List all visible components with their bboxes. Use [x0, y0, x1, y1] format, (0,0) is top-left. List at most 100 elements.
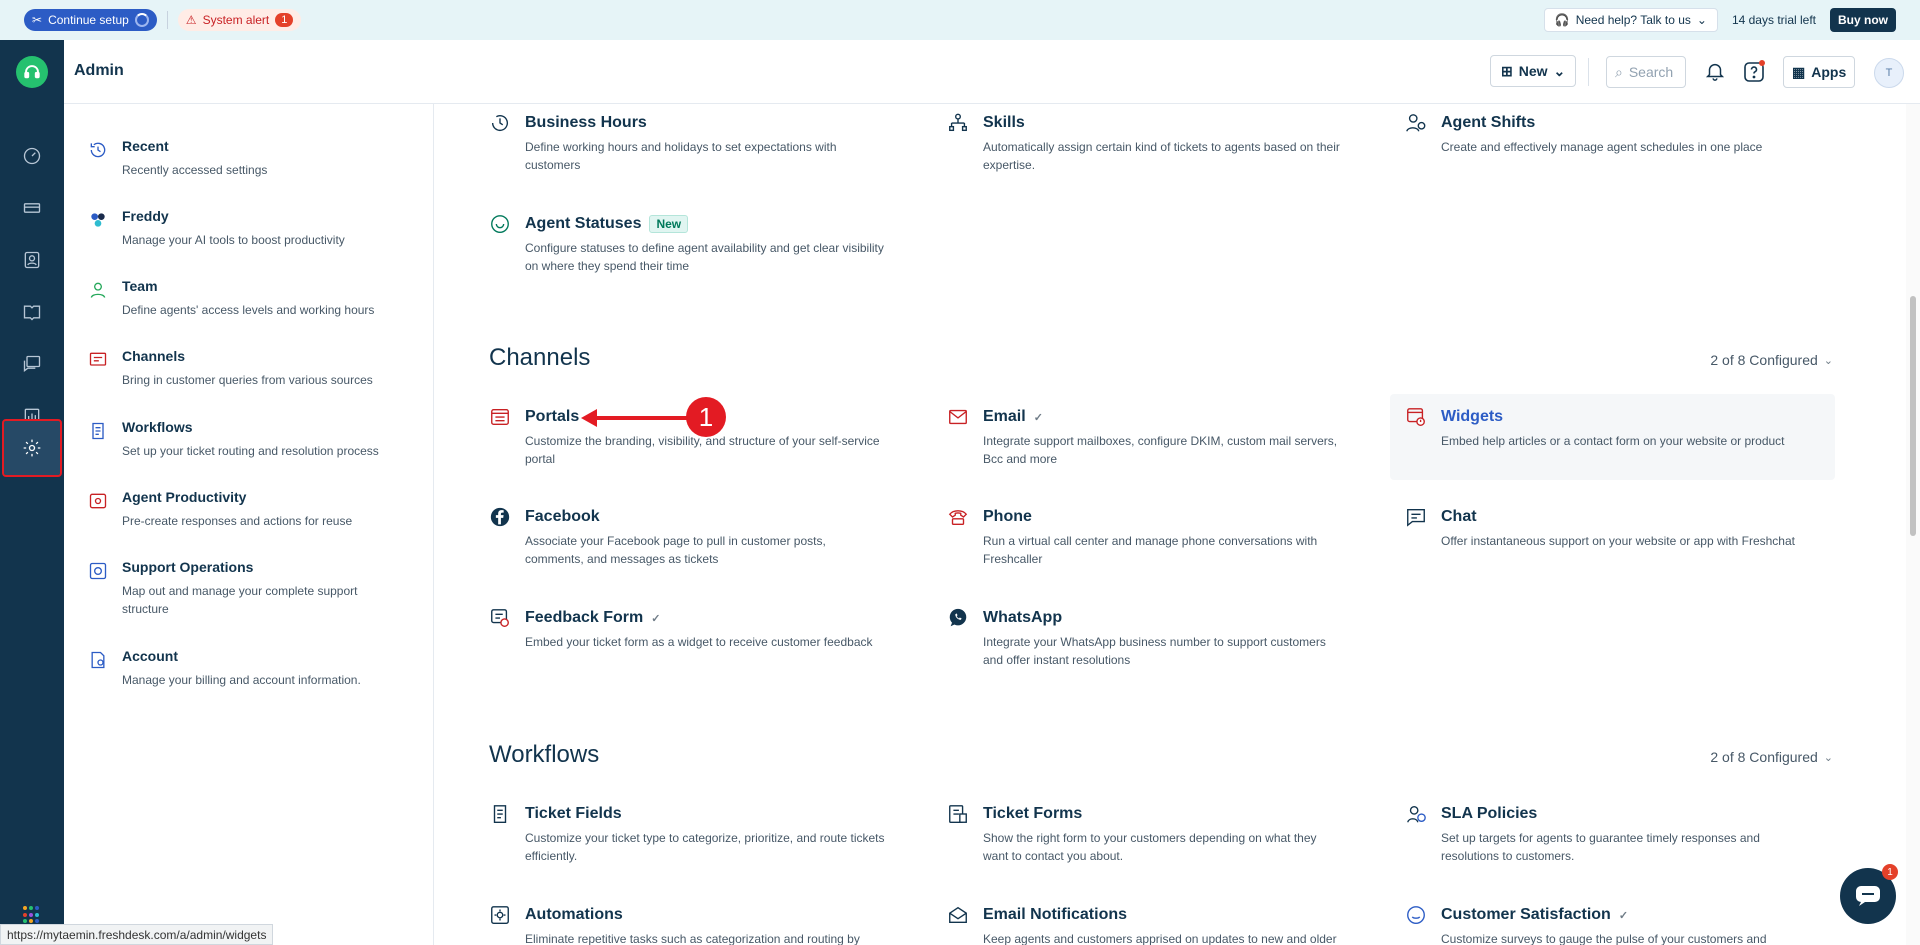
- left-nav-rail: [0, 40, 64, 945]
- card-label: Business Hours: [525, 114, 647, 131]
- card-desc: Show the right form to your customers de…: [983, 831, 1317, 863]
- card-label: Chat: [1441, 508, 1477, 525]
- card-label: Portals: [525, 408, 580, 425]
- chat-widget-button[interactable]: 1: [1840, 864, 1898, 924]
- scrollbar-thumb[interactable]: [1910, 296, 1916, 536]
- continue-setup-button[interactable]: ✂ Continue setup: [24, 9, 157, 31]
- page-title: Admin: [74, 62, 124, 79]
- agent-shift-icon: [1405, 112, 1429, 136]
- sidebar-item-label: Team: [122, 278, 158, 294]
- card-desc: Create and effectively manage agent sche…: [1441, 140, 1763, 154]
- card-label: Email ✓: [983, 408, 1043, 425]
- chevron-down-icon: ⌄: [1553, 62, 1566, 79]
- user-avatar[interactable]: T: [1874, 58, 1904, 88]
- sidebar-item-label: Freddy: [122, 208, 169, 224]
- app-switcher-icon[interactable]: [23, 906, 41, 924]
- card-label: Automations: [525, 906, 623, 923]
- ticket-fields-icon: [489, 803, 513, 827]
- main-scrollbar[interactable]: [1906, 104, 1920, 945]
- card-label: Email Notifications: [983, 906, 1128, 923]
- wrench-icon: ✂: [32, 13, 43, 27]
- skills-hierarchy-icon: [947, 112, 971, 136]
- help-icon[interactable]: [1742, 60, 1766, 84]
- card-desc: Offer instantaneous support on your webs…: [1441, 534, 1795, 548]
- card-label: Facebook: [525, 508, 600, 525]
- sidebar-item-label: Support Operations: [122, 559, 254, 575]
- freshdesk-logo-icon[interactable]: [16, 56, 48, 88]
- apps-button[interactable]: ▦ Apps: [1783, 56, 1856, 88]
- portal-icon: [489, 406, 513, 430]
- channels-configured-status[interactable]: 2 of 8 Configured ⌄: [1710, 352, 1833, 368]
- card-label: Ticket Fields: [525, 805, 622, 822]
- headset-icon: 🎧: [1554, 13, 1570, 27]
- card-label: Agent Statuses New: [525, 215, 689, 233]
- new-label: New: [1518, 63, 1548, 79]
- envelope-icon: [947, 406, 971, 430]
- chat-notification-badge: 1: [1882, 864, 1898, 880]
- card-label: Skills: [983, 114, 1025, 131]
- new-button[interactable]: ⊞ New ⌄: [1490, 55, 1577, 87]
- new-badge: New: [649, 215, 689, 233]
- notifications-bell-icon[interactable]: [1704, 60, 1728, 84]
- sidebar-item-desc: Map out and manage your complete support…: [122, 584, 358, 616]
- sidebar-item-desc: Bring in customer queries from various s…: [122, 373, 373, 387]
- channels-icon: [88, 350, 110, 372]
- progress-spinner-icon: [134, 13, 149, 27]
- forums-nav-icon[interactable]: [10, 344, 54, 384]
- card-label: Widgets: [1441, 408, 1504, 425]
- contacts-nav-icon[interactable]: [10, 240, 54, 280]
- card-desc: Eliminate repetitive tasks such as categ…: [525, 932, 860, 945]
- search-placeholder: Search: [1628, 64, 1674, 80]
- sidebar-item-label: Channels: [122, 348, 186, 364]
- tickets-nav-icon[interactable]: [10, 188, 54, 228]
- need-help-label: Need help? Talk to us: [1575, 13, 1691, 27]
- sidebar-item-desc: Recently accessed settings: [122, 163, 268, 177]
- dashboard-nav-icon[interactable]: [10, 136, 54, 176]
- sidebar-item-label: Account: [122, 648, 178, 664]
- automation-gear-icon: [489, 904, 513, 928]
- card-desc: Customize surveys to gauge the pulse of …: [1441, 932, 1767, 945]
- card-label: Feedback Form ✓: [525, 609, 661, 626]
- search-icon: ⌕: [1615, 63, 1623, 80]
- annotation-arrow: 1: [581, 397, 726, 437]
- configured-text: 2 of 8 Configured: [1710, 749, 1818, 765]
- sidebar-item-label: Workflows: [122, 419, 193, 435]
- section-title-workflows: Workflows: [489, 741, 600, 768]
- card-desc: Associate your Facebook page to pull in …: [525, 534, 826, 566]
- configured-text: 2 of 8 Configured: [1710, 352, 1818, 368]
- sidebar-item-desc: Pre-create responses and actions for reu…: [122, 514, 353, 528]
- card-desc: Automatically assign certain kind of tic…: [983, 140, 1340, 172]
- card-label: SLA Policies: [1441, 805, 1538, 822]
- search-button[interactable]: ⌕ Search: [1606, 56, 1686, 88]
- card-desc: Configure statuses to define agent avail…: [525, 241, 884, 273]
- card-label: WhatsApp: [983, 609, 1063, 626]
- configured-check-icon: ✓: [1618, 909, 1629, 922]
- feedback-form-icon: [489, 607, 513, 631]
- annotation-arrow-head: [581, 409, 597, 427]
- knowledge-base-nav-icon[interactable]: [10, 292, 54, 332]
- apps-grid-icon: ▦: [1792, 63, 1806, 80]
- clock-icon: [489, 112, 513, 136]
- apps-label: Apps: [1811, 64, 1847, 80]
- alert-count-badge: 1: [275, 13, 294, 27]
- trial-text: 14 days trial left: [1731, 13, 1816, 27]
- support-ops-icon: [88, 561, 110, 583]
- system-alert-button[interactable]: ⚠ System alert 1: [177, 9, 302, 31]
- card-desc: Integrate your WhatsApp business number …: [983, 635, 1326, 667]
- section-title-channels: Channels: [489, 344, 591, 371]
- card-desc: Set up targets for agents to guarantee t…: [1441, 831, 1760, 863]
- card-label: Phone: [983, 508, 1032, 525]
- admin-settings-nav-icon[interactable]: [2, 419, 62, 477]
- ticket-forms-icon: [947, 803, 971, 827]
- card-label: Customer Satisfaction ✓: [1441, 906, 1629, 923]
- sidebar-item-label: Agent Productivity: [122, 489, 247, 505]
- sla-policy-icon: [1405, 803, 1429, 827]
- card-label: Agent Shifts: [1441, 114, 1536, 131]
- divider: [1588, 58, 1589, 86]
- sidebar-item-desc: Manage your billing and account informat…: [122, 673, 361, 687]
- workflows-configured-status[interactable]: 2 of 8 Configured ⌄: [1710, 749, 1833, 765]
- freddy-icon: [88, 210, 110, 232]
- buy-now-button[interactable]: Buy now: [1830, 8, 1896, 32]
- need-help-button[interactable]: 🎧 Need help? Talk to us ⌄: [1543, 8, 1718, 32]
- top-banner: ✂ Continue setup ⚠ System alert 1 🎧 Need…: [0, 0, 1920, 40]
